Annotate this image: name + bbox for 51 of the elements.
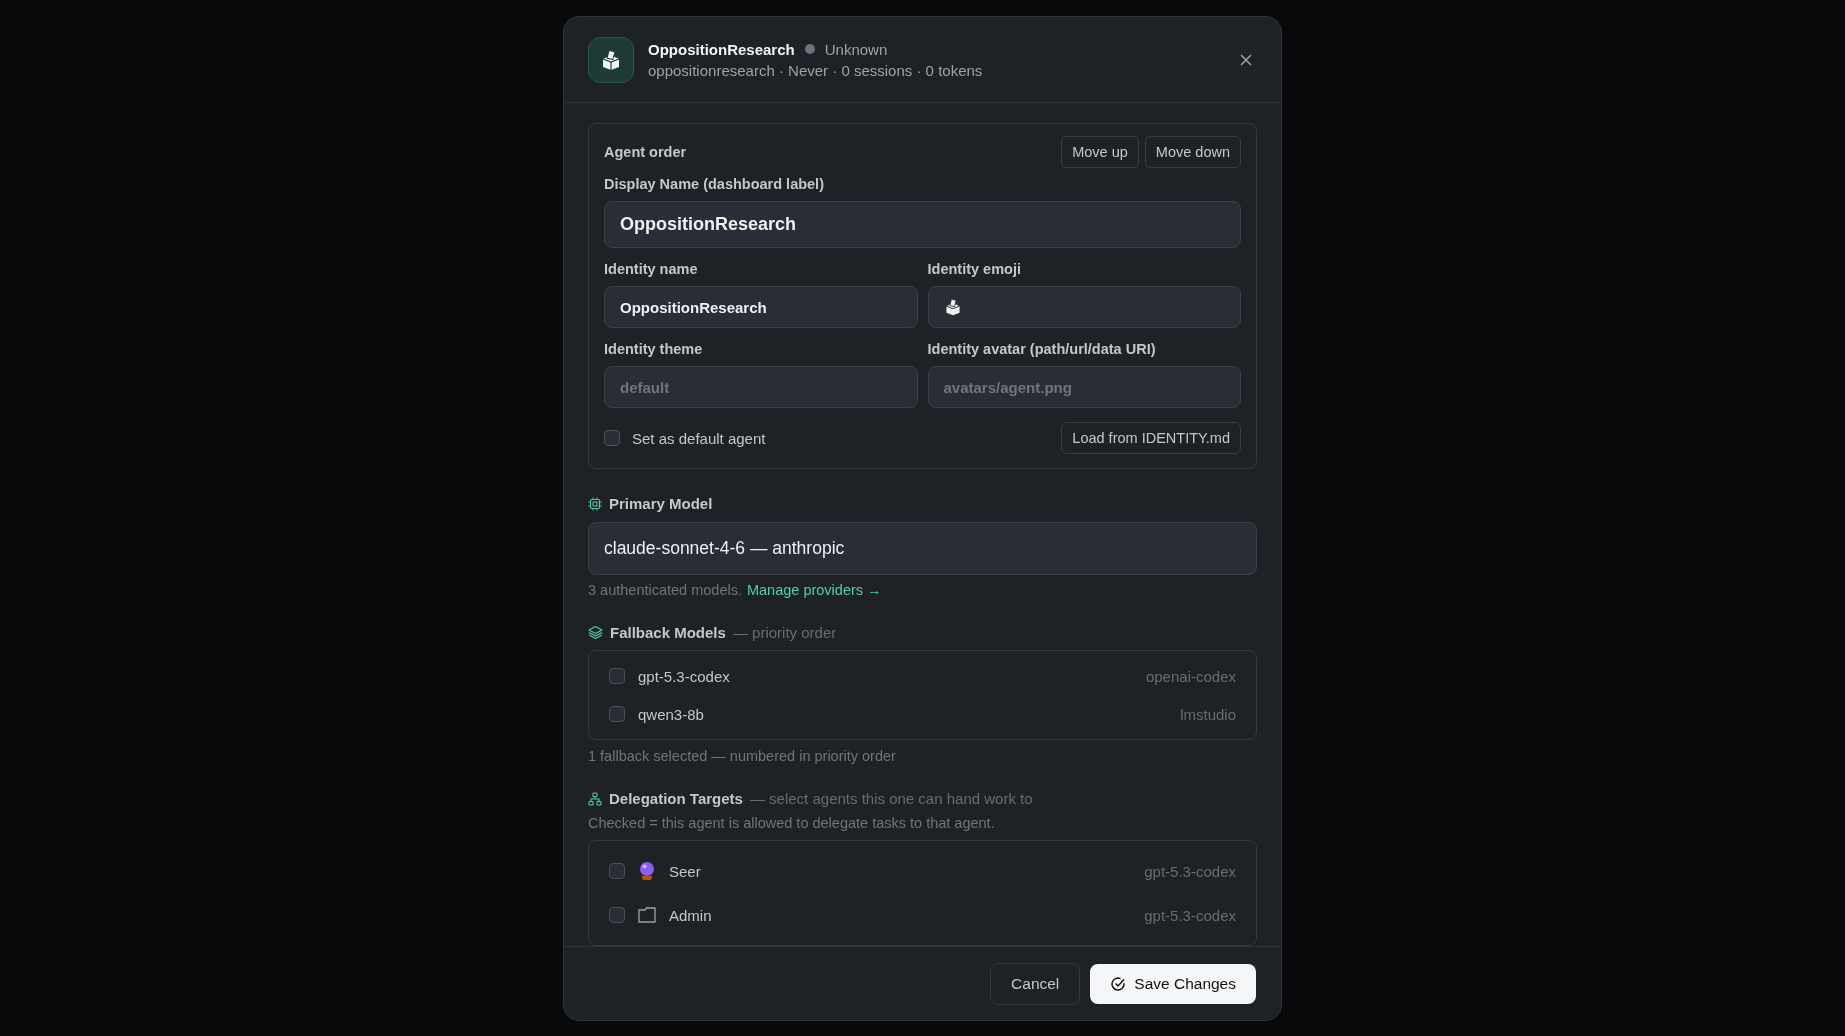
checkbox[interactable] — [609, 706, 625, 722]
section-subtitle: — priority order — [732, 624, 837, 641]
crystal-ball-icon — [638, 861, 656, 881]
field-label: Identity name — [604, 261, 699, 277]
input-field[interactable]: OppositionResearch — [604, 201, 1241, 248]
hint-text: 3 authenticated models. — [588, 582, 742, 598]
agent-meta: oppositionresearch · Never · 0 sessions · 0 tokens — [648, 61, 984, 79]
checkbox[interactable] — [609, 863, 625, 879]
folder-icon — [638, 907, 656, 923]
checkbox-label: Set as default agent — [632, 429, 766, 447]
field-label: Display Name (dashboard label) — [604, 176, 825, 192]
checkbox[interactable] — [609, 668, 625, 684]
provider-name: lmstudio — [1180, 705, 1236, 723]
ballot-box-icon — [588, 36, 634, 83]
load-button[interactable]: Load from IDENTITY.md — [1061, 422, 1241, 454]
checkbox[interactable] — [604, 430, 620, 446]
agent-name: Seer — [669, 862, 701, 880]
hint-text: 1 fallback selected — numbered in priority order — [588, 748, 897, 764]
provider-name: openai-codex — [1145, 667, 1236, 685]
chip-icon — [588, 496, 602, 511]
field-label: Identity theme — [604, 341, 704, 357]
section-title: Fallback Models — [610, 624, 726, 641]
input-field[interactable]: default — [604, 366, 918, 408]
field-label: Agent order — [604, 144, 687, 160]
hierarchy-icon — [588, 791, 602, 806]
check-circle-icon — [1110, 975, 1127, 992]
checkbox[interactable] — [609, 907, 625, 923]
model-select[interactable]: claude-sonnet-4-6 — anthropic — [588, 522, 1257, 575]
ballot-box-icon — [943, 298, 962, 316]
model-name: qwen3-8b — [638, 705, 704, 723]
agent-name: Admin — [669, 906, 712, 924]
move-down-button[interactable]: Move down — [1144, 136, 1241, 168]
input-field[interactable] — [927, 286, 1241, 328]
hint-text: Checked = this agent is allowed to delegate tasks to that agent. — [588, 815, 996, 831]
section-title: Primary Model — [609, 495, 713, 512]
agent-name: OppositionResearch — [648, 40, 795, 58]
field-label: Identity avatar (path/url/data URI) — [927, 341, 1157, 357]
section-title: Delegation Targets — [609, 790, 743, 807]
input-field[interactable]: avatars/agent.png — [927, 366, 1241, 408]
move-up-button[interactable]: Move up — [1061, 136, 1139, 168]
manage-providers-link[interactable]: Manage providers → — [746, 582, 882, 598]
status-label: Unknown — [824, 40, 888, 58]
layers-icon — [588, 625, 603, 640]
model-name: gpt-5.3-codex — [1144, 906, 1236, 924]
model-name: gpt-5.3-codex — [1144, 862, 1236, 880]
cancel-button[interactable]: Cancel — [990, 962, 1081, 1005]
field-label: Identity emoji — [927, 261, 1022, 277]
save-button[interactable]: Save Changes — [1090, 963, 1256, 1004]
model-name: gpt-5.3-codex — [638, 667, 730, 685]
section-subtitle: — select agents this one can hand work to — [749, 790, 1033, 807]
input-field[interactable]: OppositionResearch — [604, 286, 918, 328]
